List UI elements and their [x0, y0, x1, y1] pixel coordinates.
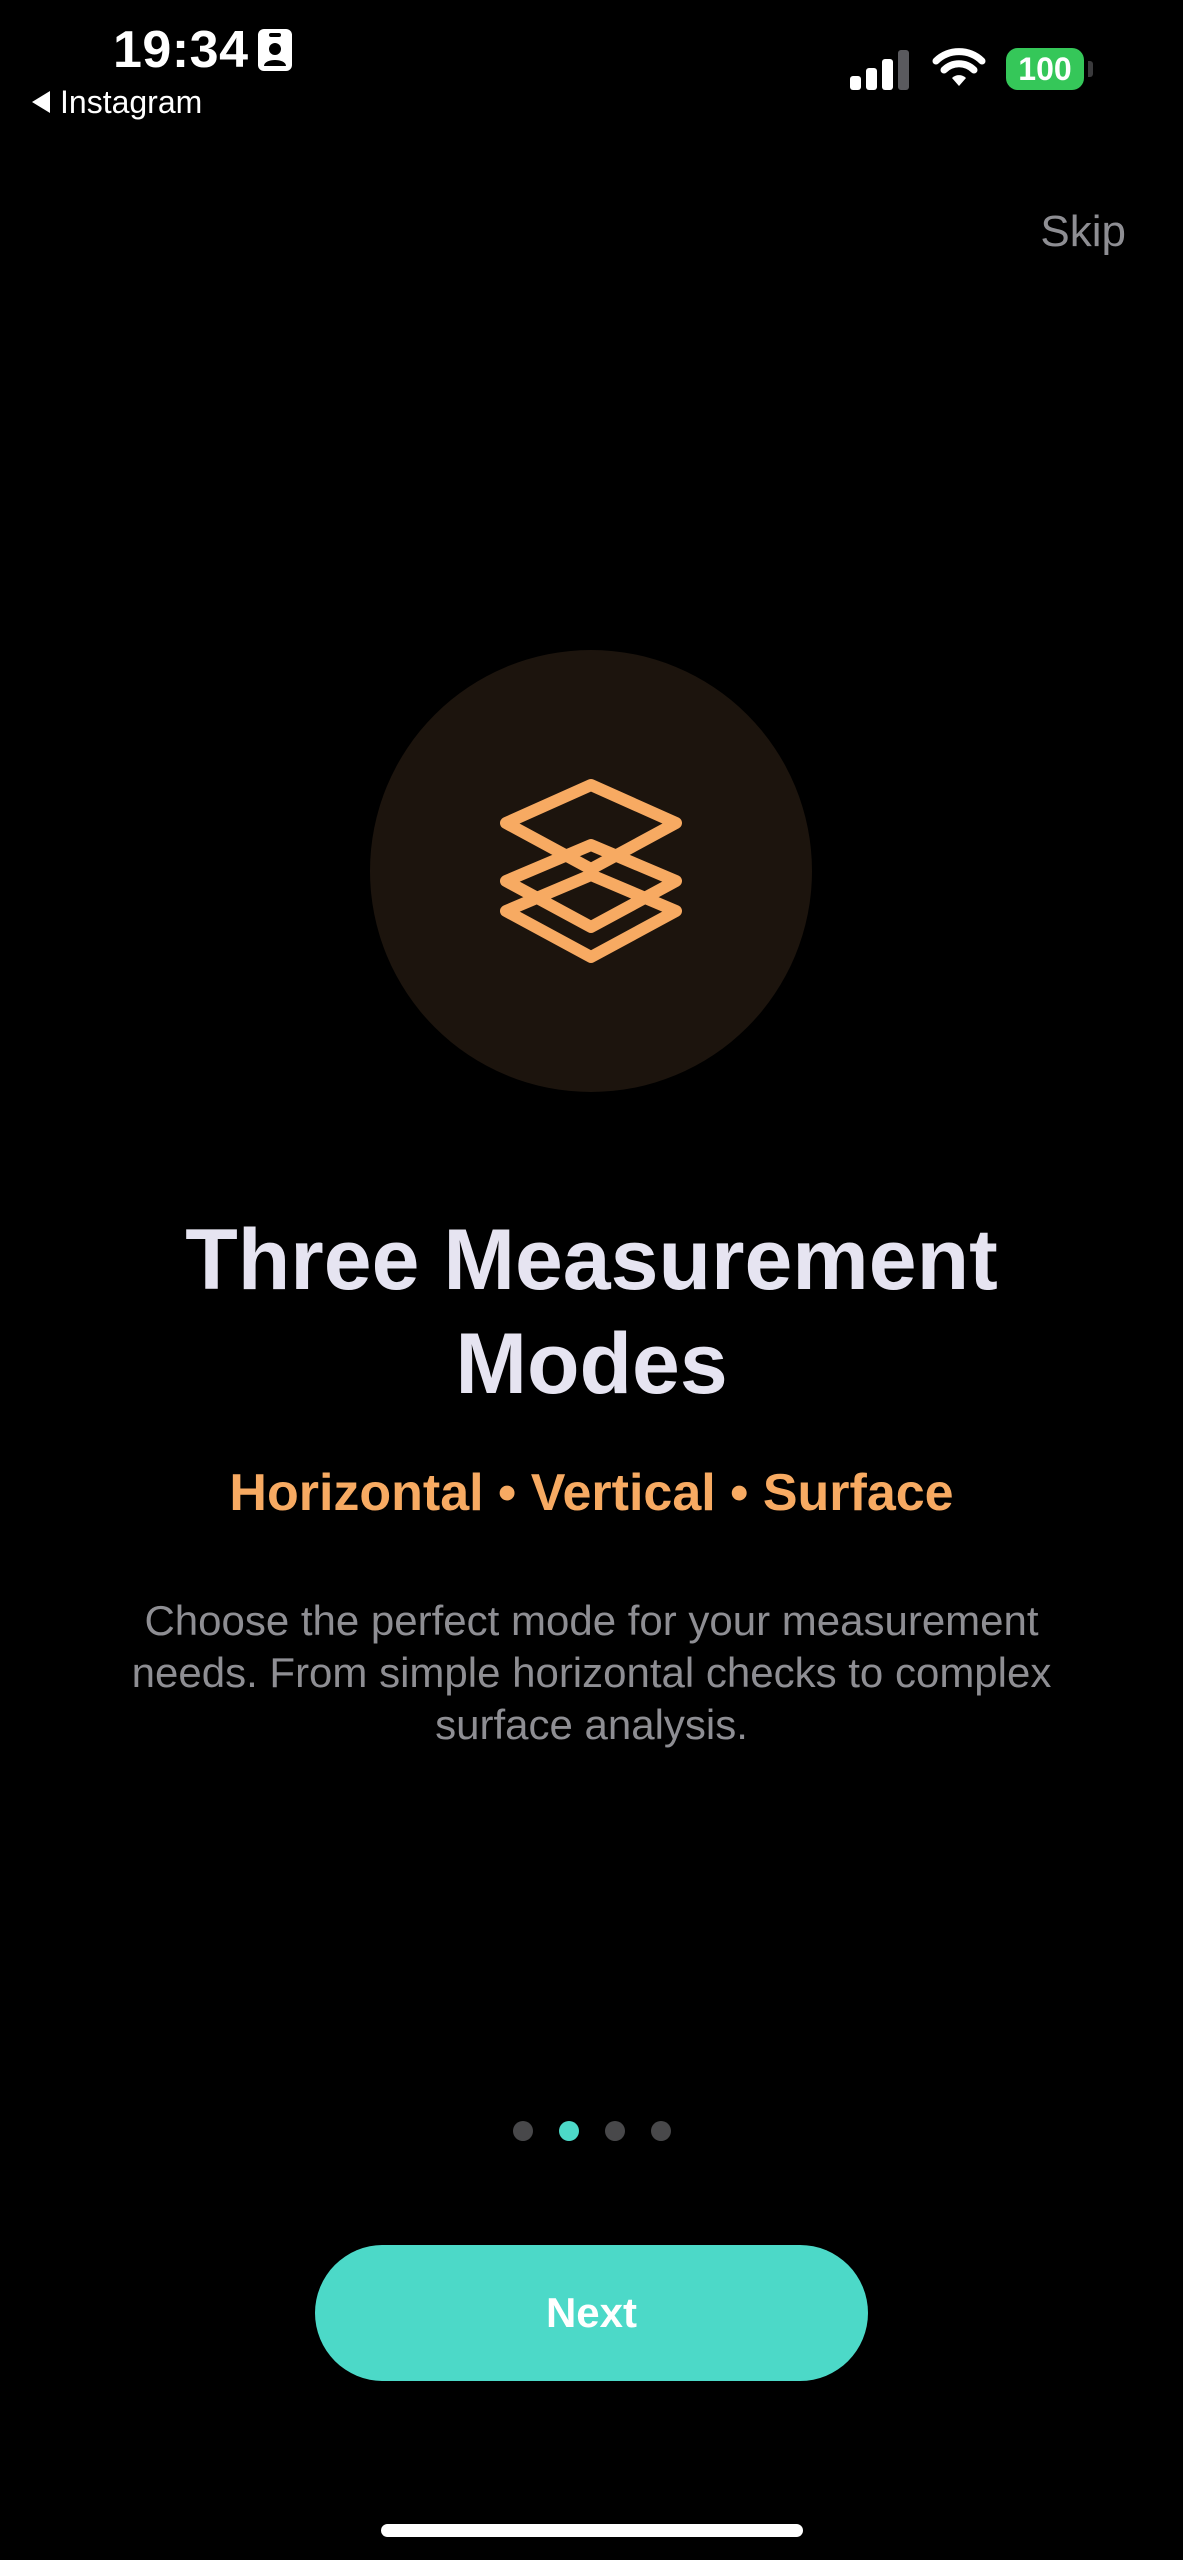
modes-subtitle: Horizontal • Vertical • Surface: [229, 1464, 954, 1522]
status-bar: 19:34 Instagram 100: [0, 0, 1183, 130]
battery-cap: [1088, 61, 1093, 77]
id-card-icon: [258, 29, 292, 71]
page-title: Three Measurement Modes: [185, 1212, 998, 1412]
page-indicator: [0, 2121, 1183, 2145]
next-button[interactable]: Next: [315, 2245, 868, 2381]
page-dot-2-active[interactable]: [558, 2121, 579, 2141]
cellular-signal-icon: [850, 50, 909, 90]
back-arrow-icon: [32, 91, 50, 113]
page-dot-4[interactable]: [650, 2121, 671, 2141]
page-dot-3[interactable]: [604, 2121, 625, 2141]
page-description: Choose the perfect mode for your measure…: [131, 1597, 1052, 1748]
back-to-app-link[interactable]: Instagram: [32, 82, 202, 122]
back-app-label: Instagram: [60, 84, 203, 120]
page-dot-1[interactable]: [512, 2121, 533, 2141]
battery-icon: 100: [1006, 48, 1084, 90]
battery-percentage: 100: [1018, 51, 1072, 87]
home-indicator[interactable]: [381, 2524, 803, 2537]
hero-icon-circle: [370, 650, 812, 1092]
status-time: 19:34: [113, 21, 249, 79]
skip-button[interactable]: Skip: [1040, 204, 1126, 260]
layers-icon: [500, 779, 682, 963]
wifi-icon: [932, 48, 986, 86]
